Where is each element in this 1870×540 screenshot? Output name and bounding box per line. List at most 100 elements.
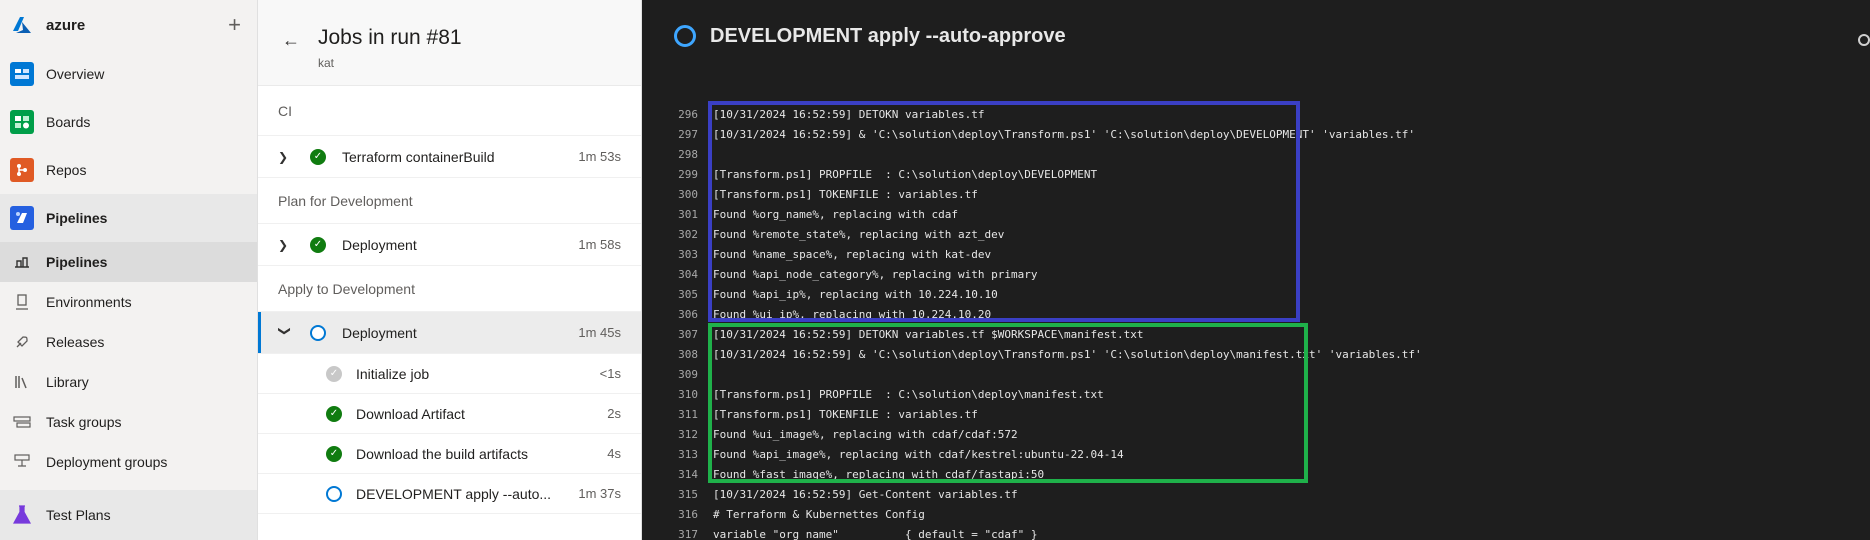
left-navigation: azure + Overview Boards Repos Pipelines … <box>0 0 258 540</box>
line-number: 297 <box>678 127 698 141</box>
page-title: Jobs in run #81 <box>318 26 462 49</box>
job-name: Deployment <box>342 324 417 341</box>
highlight-box-green <box>708 323 1308 483</box>
pipelines-sub-icon <box>12 252 32 272</box>
step-duration: 2s <box>607 406 621 421</box>
line-number: 302 <box>678 227 698 241</box>
line-number: 317 <box>678 527 698 540</box>
line-number: 313 <box>678 447 698 461</box>
step-row[interactable]: DEVELOPMENT apply --auto... 1m 37s <box>258 474 641 514</box>
line-number: 304 <box>678 267 698 281</box>
line-number: 307 <box>678 327 698 341</box>
pipelines-icon <box>10 206 34 230</box>
success-check-icon: ✓ <box>326 405 342 422</box>
nav-sub-label: Releases <box>46 334 105 350</box>
page-subtitle: kat <box>318 56 335 70</box>
log-line: 317 variable "org_name" { default = "cdaf… <box>642 524 1422 540</box>
nav-item-repos[interactable]: Repos <box>0 146 257 194</box>
nav-sub-library[interactable]: Library <box>0 362 257 402</box>
step-row[interactable]: ✓ Download the build artifacts 4s <box>258 434 641 474</box>
step-duration: <1s <box>599 366 621 381</box>
job-duration: 1m 58s <box>578 237 621 252</box>
nav-sub-pipelines[interactable]: Pipelines <box>0 242 257 282</box>
line-number: 310 <box>678 387 698 401</box>
add-project-icon[interactable]: + <box>228 12 241 38</box>
stage-header: CI <box>258 86 641 136</box>
chevron-down-icon[interactable]: ❯ <box>278 326 292 340</box>
library-icon <box>12 372 32 392</box>
job-row[interactable]: ❯ ✓ Terraform containerBuild 1m 53s <box>258 136 641 178</box>
overview-icon <box>10 62 34 86</box>
deployment-groups-icon <box>12 452 32 472</box>
log-header: DEVELOPMENT apply --auto-approve <box>642 0 1870 72</box>
line-number: 301 <box>678 207 698 221</box>
log-line: 316 # Terraform & Kubernettes Config <box>642 504 1422 524</box>
stage-header: Plan for Development <box>258 178 641 224</box>
nav-sub-deployment-groups[interactable]: Deployment groups <box>0 442 257 482</box>
nav-sub-label: Pipelines <box>46 254 108 270</box>
nav-sub-releases[interactable]: Releases <box>0 322 257 362</box>
success-check-icon: ✓ <box>310 236 326 253</box>
step-name: Download the build artifacts <box>356 445 528 462</box>
success-check-icon: ✓ <box>310 148 326 165</box>
line-number: 314 <box>678 467 698 481</box>
step-row[interactable]: ✓ Download Artifact 2s <box>258 394 641 434</box>
back-arrow-icon[interactable]: ← <box>282 30 300 51</box>
check-icon: ✓ <box>326 365 342 382</box>
jobs-panel: ← Jobs in run #81 kat CI ❯ ✓ Terraform c… <box>258 0 642 540</box>
boards-icon <box>10 110 34 134</box>
environments-icon <box>12 292 32 312</box>
step-row[interactable]: ✓ Initialize job <1s <box>258 354 641 394</box>
line-number: 298 <box>678 147 698 161</box>
nav-item-label: Test Plans <box>46 507 111 523</box>
success-check-icon: ✓ <box>326 445 342 462</box>
log-line: 315 [10/31/2024 16:52:59] Get-Content var… <box>642 484 1422 504</box>
job-name: Terraform containerBuild <box>342 148 495 165</box>
nav-item-boards[interactable]: Boards <box>0 98 257 146</box>
line-number: 300 <box>678 187 698 201</box>
releases-icon <box>12 332 32 352</box>
nav-sub-label: Library <box>46 374 89 390</box>
line-number: 316 <box>678 507 698 521</box>
chevron-right-icon[interactable]: ❯ <box>278 150 298 164</box>
step-duration: 4s <box>607 446 621 461</box>
line-text: [10/31/2024 16:52:59] Get-Content variab… <box>713 487 1018 501</box>
line-number: 309 <box>678 367 698 381</box>
line-number: 305 <box>678 287 698 301</box>
job-row-selected[interactable]: ❯ Deployment 1m 45s <box>258 312 641 354</box>
job-duration: 1m 45s <box>578 325 621 340</box>
highlight-box-blue <box>708 101 1300 322</box>
nav-item-label: Overview <box>46 66 105 82</box>
nav-sub-environments[interactable]: Environments <box>0 282 257 322</box>
org-name[interactable]: azure <box>46 17 228 34</box>
line-text: # Terraform & Kubernettes Config <box>713 507 925 521</box>
nav-sub-label: Deployment groups <box>46 454 168 470</box>
nav-item-pipelines[interactable]: Pipelines <box>0 194 257 242</box>
line-number: 312 <box>678 427 698 441</box>
step-duration: 1m 37s <box>578 486 621 501</box>
log-panel: DEVELOPMENT apply --auto-approve 296 [10/… <box>642 0 1870 540</box>
nav-item-test-plans[interactable]: Test Plans <box>0 490 257 540</box>
running-icon <box>326 485 342 502</box>
task-groups-icon <box>12 412 32 432</box>
nav-sub-label: Environments <box>46 294 132 310</box>
stage-header: Apply to Development <box>258 266 641 312</box>
log-title: DEVELOPMENT apply --auto-approve <box>710 24 1066 47</box>
job-duration: 1m 53s <box>578 149 621 164</box>
chevron-right-icon[interactable]: ❯ <box>278 238 298 252</box>
nav-section-label: Pipelines <box>46 210 108 226</box>
line-number: 303 <box>678 247 698 261</box>
running-icon <box>674 25 696 47</box>
job-name: Deployment <box>342 236 417 253</box>
line-number: 299 <box>678 167 698 181</box>
search-icon[interactable] <box>1858 34 1870 46</box>
line-text: variable "org_name" { default = "cdaf" } <box>713 527 1038 540</box>
test-plans-icon <box>10 503 34 527</box>
nav-sub-task-groups[interactable]: Task groups <box>0 402 257 442</box>
job-row[interactable]: ❯ ✓ Deployment 1m 58s <box>258 224 641 266</box>
line-number: 308 <box>678 347 698 361</box>
azure-devops-logo-icon <box>13 17 31 33</box>
nav-item-label: Boards <box>46 114 91 130</box>
nav-item-overview[interactable]: Overview <box>0 50 257 98</box>
repos-icon <box>10 158 34 182</box>
